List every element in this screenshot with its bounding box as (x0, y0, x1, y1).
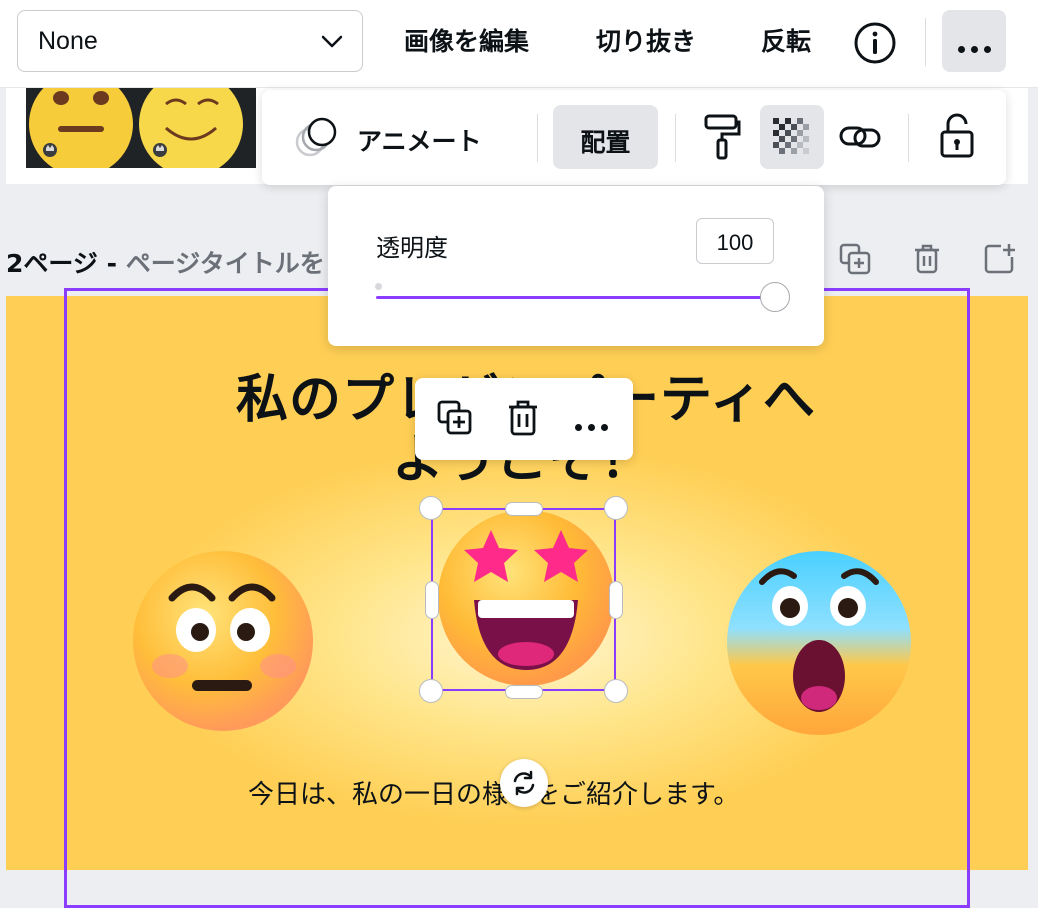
more-options-button[interactable] (942, 10, 1006, 72)
resize-handle-top-right[interactable] (604, 496, 628, 520)
more-dots-icon[interactable] (560, 416, 622, 435)
transparency-slider-thumb[interactable] (760, 282, 790, 312)
filter-select[interactable]: None (17, 10, 363, 72)
trash-icon[interactable] (503, 398, 543, 438)
resize-handle-bottom-left[interactable] (419, 679, 443, 703)
rotate-handle[interactable] (500, 759, 548, 807)
slider-start-marker (375, 283, 382, 290)
edit-image-button[interactable]: 画像を編集 (404, 22, 529, 58)
delete-page-icon[interactable] (910, 242, 944, 276)
filter-select-value: None (38, 27, 98, 55)
position-button[interactable]: 配置 (553, 105, 658, 169)
position-label: 配置 (580, 128, 631, 157)
resize-handle-bottom-right[interactable] (604, 679, 628, 703)
toolbar-divider (675, 114, 676, 162)
transparency-label: 透明度 (376, 234, 448, 262)
transparency-button[interactable] (760, 105, 824, 169)
element-context-toolbar (415, 378, 633, 460)
emoji-thumbnails-image (29, 88, 243, 168)
duplicate-icon[interactable] (435, 398, 475, 438)
resize-handle-bottom[interactable] (505, 685, 543, 699)
top-toolbar: None 画像を編集 切り抜き 反転 (0, 0, 1038, 88)
transparency-value-input[interactable]: 100 (696, 218, 774, 264)
flip-button[interactable]: 反転 (761, 22, 811, 58)
link-icon[interactable] (838, 120, 882, 154)
chevron-down-icon (321, 35, 343, 48)
page-header: 2ページ - ページタイトルを (6, 244, 325, 280)
toolbar-divider (925, 18, 926, 66)
resize-handle-top[interactable] (505, 502, 543, 516)
transparency-value: 100 (716, 230, 754, 255)
animate-button[interactable]: アニメート (357, 122, 482, 158)
duplicate-page-icon[interactable] (838, 242, 872, 276)
toolbar-divider (908, 114, 909, 162)
paint-roller-icon[interactable] (702, 112, 742, 162)
info-icon[interactable] (852, 20, 898, 66)
resize-handle-top-left[interactable] (419, 496, 443, 520)
crop-button[interactable]: 切り抜き (596, 22, 696, 58)
toolbar-divider (537, 114, 538, 162)
unlock-icon[interactable] (938, 112, 976, 160)
transparency-icon (773, 118, 809, 154)
page-number: 2ページ - (6, 249, 126, 278)
page-title-input[interactable]: ページタイトルを (126, 249, 325, 278)
emoji-thumbnail[interactable] (26, 88, 256, 168)
add-page-icon[interactable] (983, 242, 1017, 276)
rotate-icon (513, 770, 535, 796)
element-selection-box (431, 508, 616, 691)
transparency-popup: 透明度 100 (328, 186, 824, 346)
element-toolbar: アニメート 配置 (262, 90, 1006, 185)
animate-icon (295, 117, 337, 157)
more-dots-icon (942, 38, 1006, 57)
resize-handle-right[interactable] (609, 581, 623, 619)
resize-handle-left[interactable] (425, 581, 439, 619)
transparency-slider-track[interactable] (376, 296, 776, 299)
